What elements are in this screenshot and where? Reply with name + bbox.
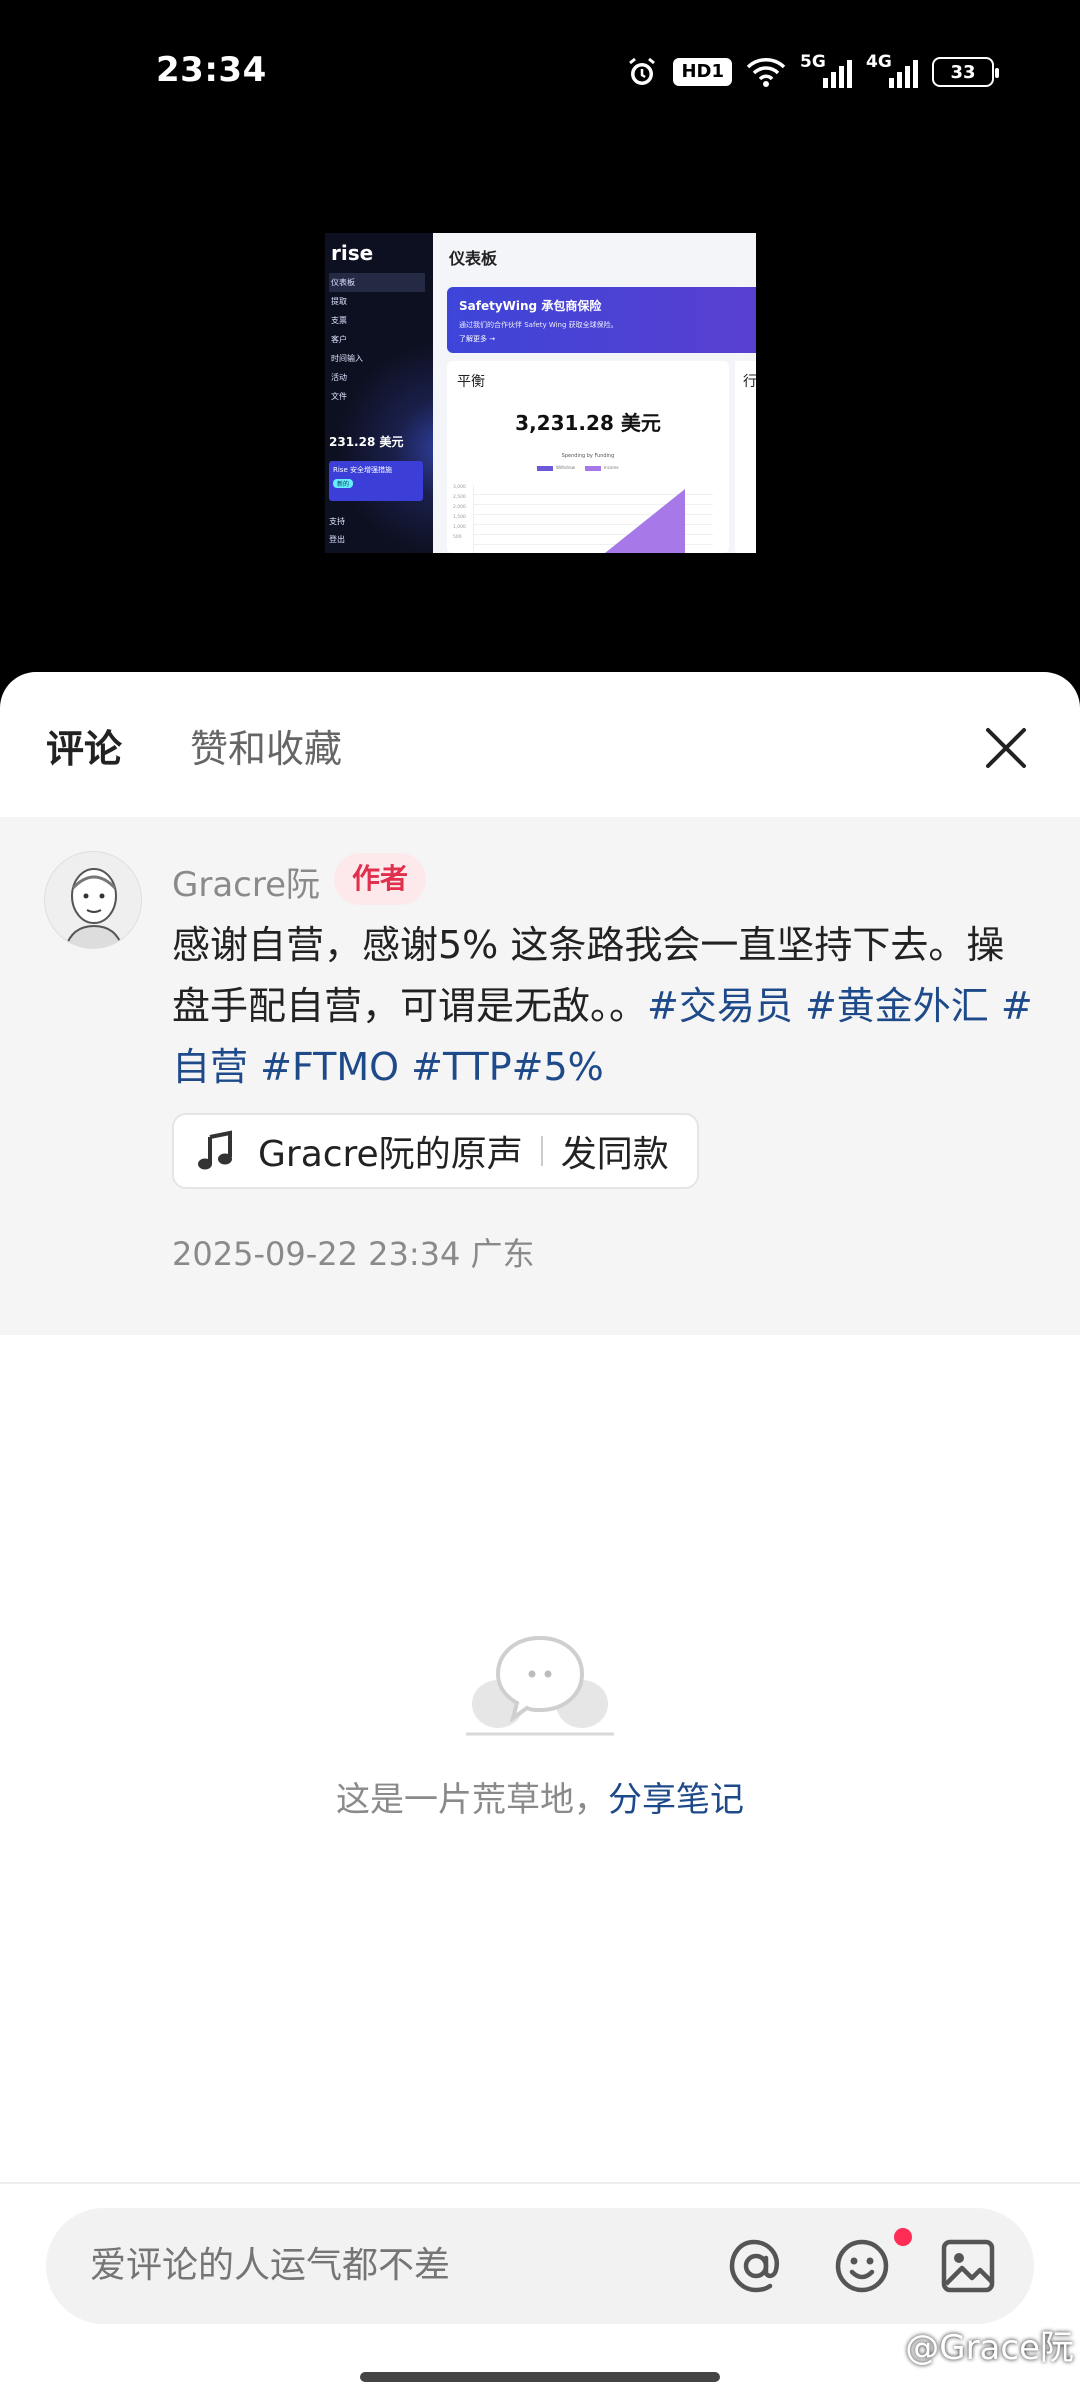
- hashtag[interactable]: #FTMO: [260, 1045, 399, 1089]
- media-nav-item: 客户: [331, 335, 347, 344]
- post-timestamp: 2025-09-22 23:34 广东: [172, 1235, 535, 1273]
- post-text: 感谢自营，感谢5% 这条路我会一直坚持下去。操盘手配自营，可谓是无敌。。#交易员…: [172, 923, 1033, 1089]
- use-sound-button[interactable]: 发同款: [561, 1125, 669, 1177]
- share-note-link[interactable]: 分享笔记: [608, 1780, 744, 1820]
- emoji-button[interactable]: [826, 2230, 898, 2302]
- signal-5g-icon: 5G: [800, 52, 852, 90]
- media-banner: SafetyWing 承包商保险 通过我们的合作伙伴 Safety Wing 获…: [447, 287, 756, 353]
- comment-input[interactable]: [90, 2244, 710, 2286]
- wifi-icon: [746, 54, 786, 90]
- image-icon: [941, 2239, 995, 2293]
- avatar[interactable]: [44, 851, 142, 949]
- media-sidebar: rise 仪表板 提取 支票 客户 时间输入 活动 文件 231.28 美元 R…: [325, 233, 433, 553]
- sound-label: Gracre阮的原声: [258, 1134, 523, 1175]
- media-nav-item: 仪表板: [329, 273, 425, 292]
- watermark: @Grace阮: [905, 2328, 1074, 2368]
- mention-button[interactable]: [720, 2230, 792, 2302]
- tab-comments[interactable]: 评论: [46, 718, 122, 773]
- media-nav: 仪表板 提取 支票 客户 时间输入 活动 文件: [329, 273, 425, 406]
- media-chart: [473, 485, 713, 553]
- comment-bar: [46, 2208, 1034, 2324]
- media-logo: rise: [331, 241, 374, 265]
- media-promo: Rise 安全增强措施 新的: [329, 461, 423, 501]
- tab-likes[interactable]: 赞和收藏: [190, 718, 342, 773]
- emoji-icon: [835, 2239, 889, 2293]
- original-sound-chip[interactable]: Gracre阮的原声 发同款: [172, 1113, 699, 1189]
- hashtag[interactable]: #交易员: [647, 984, 793, 1028]
- sheet-tabs: 评论 赞和收藏: [0, 672, 1080, 817]
- comments-sheet: 评论 赞和收藏 Gracre阮 作者 感谢自营，感谢5% 这条路我会一直坚持下去…: [0, 672, 1080, 2400]
- notification-dot: [894, 2228, 912, 2246]
- image-button[interactable]: [932, 2230, 1004, 2302]
- status-icons: HD1 5G 4G 33: [625, 52, 999, 92]
- media-nav-item: 活动: [331, 373, 347, 382]
- media-nav-item: 时间输入: [331, 354, 363, 363]
- alarm-icon: [625, 54, 659, 90]
- media-nav-item: 提取: [331, 297, 347, 306]
- home-indicator[interactable]: [360, 2372, 720, 2382]
- hd-voice-icon: HD1: [673, 58, 732, 86]
- music-note-icon: [198, 1130, 232, 1170]
- close-icon: [986, 728, 1026, 768]
- hashtag[interactable]: #TTP#5%: [411, 1045, 604, 1089]
- at-icon: [729, 2239, 780, 2293]
- media-nav-item: 支票: [331, 316, 347, 325]
- media-card-2: 行: [735, 361, 756, 553]
- battery-icon: 33: [932, 57, 999, 87]
- media-balance: 231.28 美元: [329, 435, 404, 449]
- status-time: 23:34: [156, 50, 267, 90]
- signal-4g-icon: 4G: [866, 52, 918, 90]
- hashtag[interactable]: #黄金外汇: [805, 984, 989, 1028]
- author-badge: 作者: [334, 853, 427, 905]
- media-nav-item: 文件: [331, 392, 347, 401]
- status-bar: 23:34 HD1 5G 4G 33: [0, 0, 1080, 140]
- empty-comments: 这是一片荒草地，分享笔记: [0, 1632, 1080, 1932]
- close-button[interactable]: [968, 710, 1044, 786]
- empty-chat-icon: [466, 1635, 614, 1736]
- media-main: 仪表板 SafetyWing 承包商保险 通过我们的合作伙伴 Safety Wi…: [433, 233, 756, 553]
- post-image[interactable]: rise 仪表板 提取 支票 客户 时间输入 活动 文件 231.28 美元 R…: [325, 233, 756, 553]
- media-footer: 支持 登出: [329, 517, 345, 544]
- media-balance-card: 平衡 3,231.28 美元 Spending by Funding Withd…: [447, 361, 729, 553]
- post-caption: Gracre阮 作者 感谢自营，感谢5% 这条路我会一直坚持下去。操盘手配自营，…: [0, 817, 1080, 1335]
- media-title: 仪表板: [449, 249, 498, 268]
- author-name[interactable]: Gracre阮: [172, 857, 320, 906]
